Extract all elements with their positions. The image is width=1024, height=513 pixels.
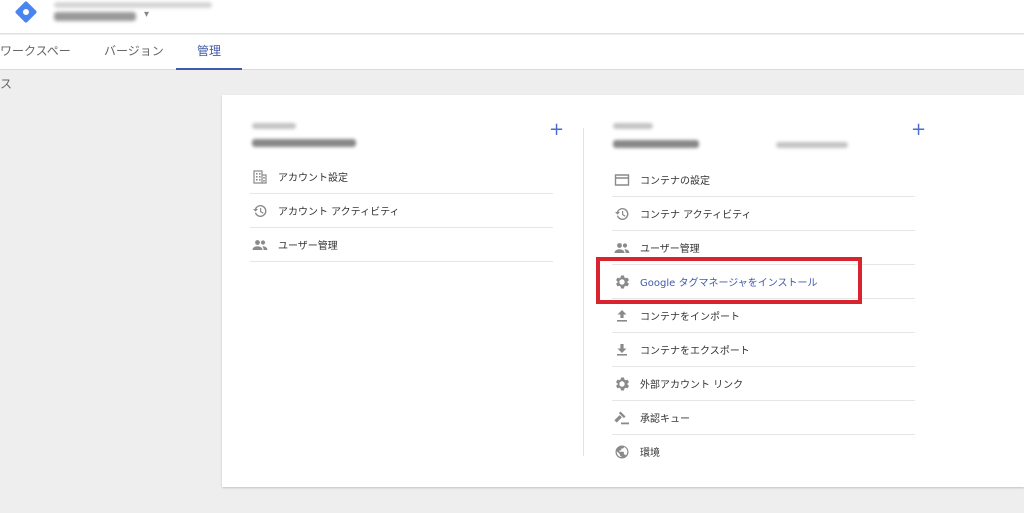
people-icon bbox=[614, 240, 630, 256]
building-icon bbox=[252, 169, 268, 185]
container-name-redacted bbox=[613, 140, 699, 148]
tag-manager-logo-icon[interactable] bbox=[14, 0, 38, 24]
people-icon bbox=[252, 237, 268, 253]
account-name-redacted bbox=[252, 139, 356, 147]
highlight-box bbox=[596, 257, 862, 304]
export-container-item[interactable]: コンテナをエクスポート bbox=[612, 333, 915, 367]
menu-item-label: コンテナの設定 bbox=[640, 176, 710, 187]
menu-item-label: コンテナをインポート bbox=[640, 312, 740, 323]
top-bar: ▾ bbox=[0, 0, 1024, 34]
main-tabs: ワークスペース バージョン 管理 bbox=[0, 35, 1024, 91]
import-container-item[interactable]: コンテナをインポート bbox=[612, 299, 915, 333]
history-icon bbox=[252, 203, 268, 219]
environments-item[interactable]: 環境 bbox=[612, 435, 915, 469]
tab-workspace[interactable]: ワークスペース bbox=[0, 35, 80, 91]
account-user-management-item[interactable]: ユーザー管理 bbox=[250, 228, 553, 262]
window-icon bbox=[614, 172, 630, 188]
menu-item-label: 承認キュー bbox=[640, 414, 690, 425]
menu-item-label: 外部アカウント リンク bbox=[640, 380, 744, 391]
account-heading-redacted bbox=[252, 123, 296, 129]
account-settings-item[interactable]: アカウント設定 bbox=[250, 160, 553, 194]
menu-item-label: 環境 bbox=[640, 448, 660, 459]
download-icon bbox=[614, 342, 630, 358]
gavel-icon bbox=[614, 410, 630, 426]
approval-queue-item[interactable]: 承認キュー bbox=[612, 401, 915, 435]
container-activity-item[interactable]: コンテナ アクティビティ bbox=[612, 197, 915, 231]
column-divider bbox=[583, 128, 584, 456]
chevron-down-icon[interactable]: ▾ bbox=[144, 9, 149, 20]
container-heading-redacted bbox=[613, 123, 653, 129]
menu-item-label: コンテナをエクスポート bbox=[640, 346, 750, 357]
menu-item-label: ユーザー管理 bbox=[640, 244, 700, 255]
upload-icon bbox=[614, 308, 630, 324]
container-id-redacted bbox=[776, 142, 848, 148]
add-account-button[interactable]: + bbox=[549, 121, 564, 139]
external-account-links-item[interactable]: 外部アカウント リンク bbox=[612, 367, 915, 401]
add-container-button[interactable]: + bbox=[911, 121, 926, 139]
gear-icon bbox=[614, 376, 630, 392]
history-icon bbox=[614, 206, 630, 222]
menu-item-label: アカウント設定 bbox=[278, 173, 348, 184]
tab-admin[interactable]: 管理 bbox=[176, 35, 242, 70]
container-settings-item[interactable]: コンテナの設定 bbox=[612, 163, 915, 197]
account-activity-item[interactable]: アカウント アクティビティ bbox=[250, 194, 553, 228]
account-path-redacted[interactable] bbox=[54, 2, 212, 8]
globe-icon bbox=[614, 444, 630, 460]
menu-item-label: ユーザー管理 bbox=[278, 241, 338, 252]
tab-versions[interactable]: バージョン bbox=[104, 35, 164, 70]
menu-item-label: アカウント アクティビティ bbox=[278, 207, 400, 218]
container-name-redacted[interactable] bbox=[54, 12, 136, 21]
menu-item-label: コンテナ アクティビティ bbox=[640, 210, 752, 221]
